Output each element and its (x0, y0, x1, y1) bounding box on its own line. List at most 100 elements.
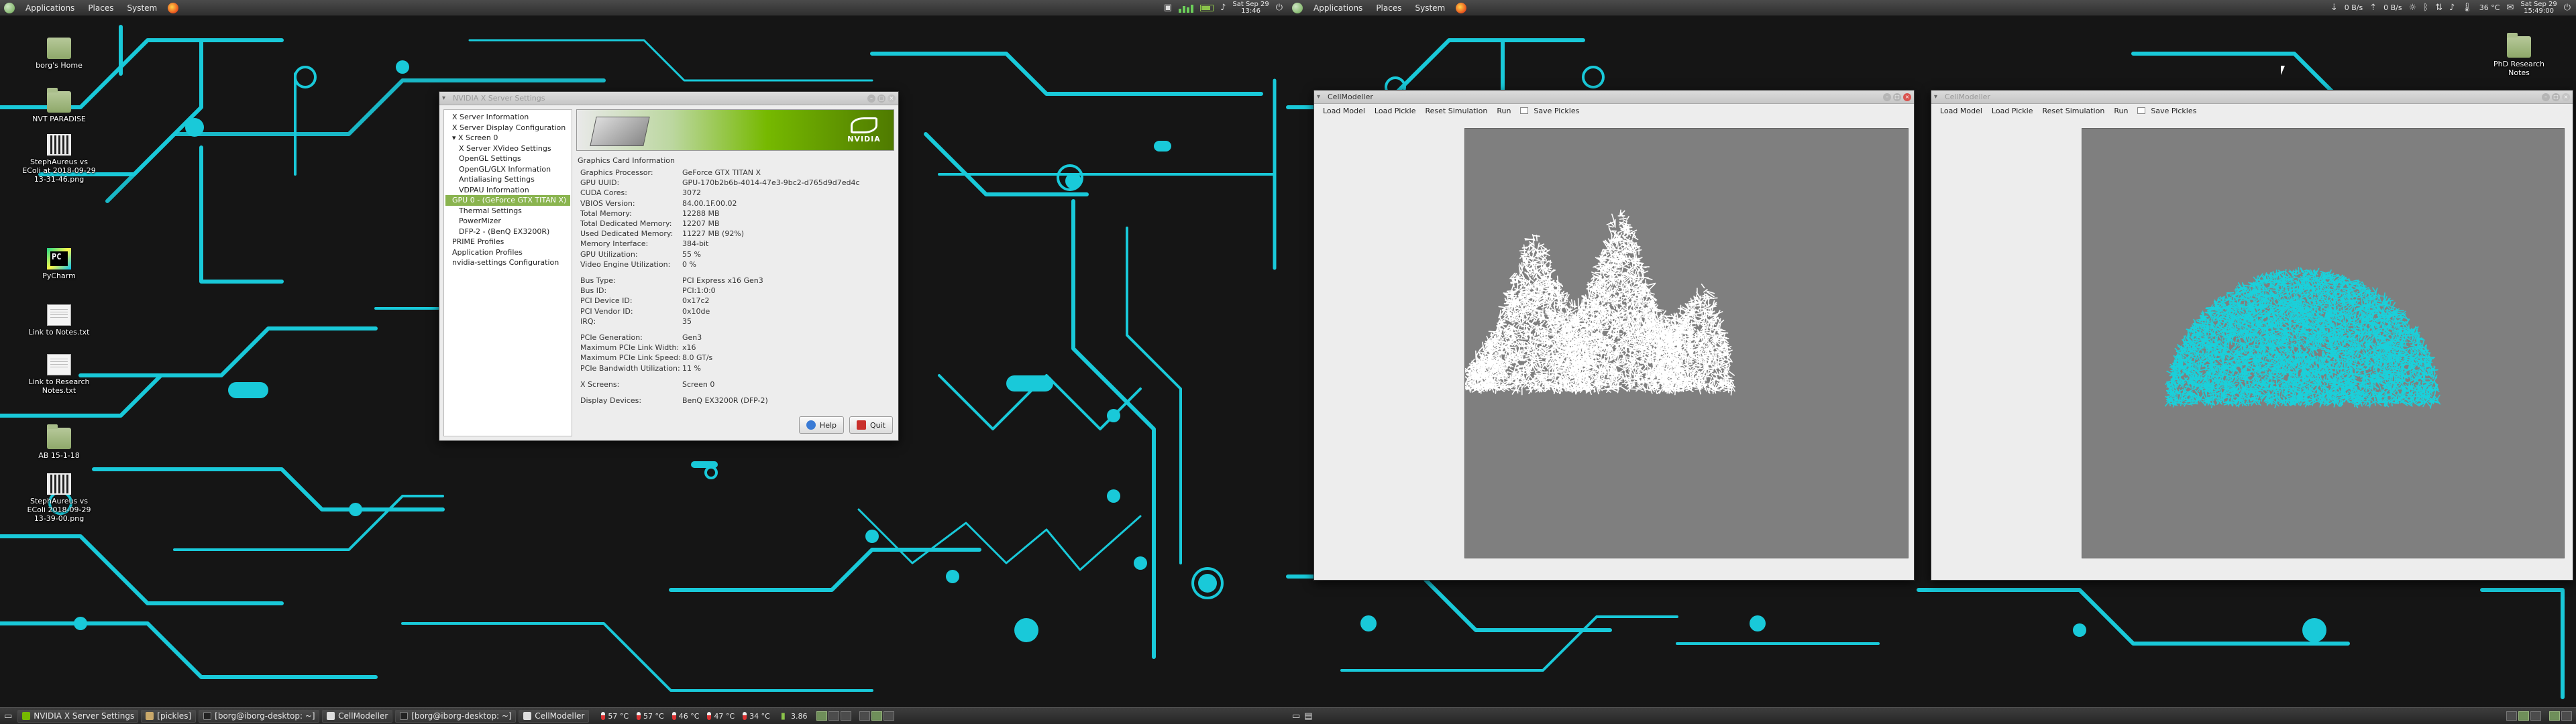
workspace-switcher-right-2[interactable] (2549, 711, 2572, 721)
minimize-button[interactable]: – (867, 94, 875, 103)
tree-item[interactable]: Thermal Settings (445, 206, 570, 217)
system-monitor-graph[interactable] (1179, 3, 1194, 13)
quit-button[interactable]: Quit (849, 416, 893, 434)
firefox-launcher-icon-right[interactable] (1456, 2, 1467, 13)
menu-applications[interactable]: Applications (19, 3, 81, 13)
load-model-button[interactable]: Load Model (1937, 105, 1986, 117)
thermometer-icon (743, 712, 747, 720)
tree-item[interactable]: ▾ X Screen 0 (445, 133, 570, 143)
image-file-icon (47, 473, 71, 495)
power-icon[interactable]: ⏻ (1276, 3, 1283, 13)
save-pickles-checkbox[interactable]: Save Pickles (1517, 104, 1586, 118)
taskbar-button[interactable]: [borg@iborg-desktop: ~] (199, 709, 320, 723)
desktop-icon-folder-ab[interactable]: AB 15-1-18 (22, 424, 96, 460)
window-menu-icon[interactable]: ▾ (1317, 93, 1324, 101)
info-label: Used Dedicated Memory: (580, 229, 674, 239)
taskbar-button[interactable]: [borg@iborg-desktop: ~] (395, 709, 517, 723)
desktop-icon-video-2[interactable]: StephAureus vs EColi 2018-09-29 13-39-00… (22, 473, 96, 523)
distro-menu-icon-right[interactable] (1292, 2, 1303, 13)
menu-places[interactable]: Places (81, 3, 120, 13)
notification-icon[interactable]: ▣ (1164, 3, 1172, 13)
taskbar-button[interactable]: CellModeller (322, 709, 393, 723)
close-button[interactable]: × (1903, 93, 1911, 101)
workspace-switcher-right[interactable] (2506, 711, 2541, 721)
nvidia-titlebar[interactable]: ▾ NVIDIA X Server Settings – □ × (439, 92, 898, 105)
show-desktop-icon-right[interactable]: ▭ (1288, 711, 1304, 721)
tree-item[interactable]: VDPAU Information (445, 185, 570, 196)
menu-places-right[interactable]: Places (1369, 3, 1408, 13)
taskbar-button[interactable]: NVIDIA X Server Settings (17, 709, 139, 723)
run-button[interactable]: Run (1493, 105, 1514, 117)
help-button[interactable]: Help (798, 416, 844, 434)
tree-item[interactable]: Antialiasing Settings (445, 174, 570, 185)
terminal-launcher-icon[interactable]: ▤ (1304, 711, 1312, 721)
taskbar-button[interactable]: CellModeller (519, 709, 590, 723)
tree-item[interactable]: DFP-2 - (BenQ EX3200R) (445, 227, 570, 237)
tree-item[interactable]: X Server XVideo Settings (445, 143, 570, 154)
workspace-switcher-2[interactable] (859, 711, 895, 721)
menu-system[interactable]: System (120, 3, 164, 13)
simulation-viewport-1[interactable] (1464, 128, 1909, 558)
tree-item[interactable]: X Server Information (445, 112, 570, 123)
desktop-icon-notes[interactable]: Link to Notes.txt (22, 304, 96, 337)
lightbulb-icon[interactable]: ☼ (2409, 3, 2417, 13)
load-pickle-button[interactable]: Load Pickle (1371, 105, 1419, 117)
window-menu-icon[interactable]: ▾ (442, 95, 449, 102)
tree-item[interactable]: PRIME Profiles (445, 237, 570, 247)
tree-item[interactable]: Application Profiles (445, 247, 570, 258)
run-button[interactable]: Run (2110, 105, 2131, 117)
show-desktop-icon[interactable]: ▭ (0, 711, 16, 721)
clock-right[interactable]: Sat Sep 29 15:49:00 (2520, 1, 2557, 15)
desktop-icon-folder-nvt[interactable]: NVT PARADISE (22, 88, 96, 123)
load-pickle-button[interactable]: Load Pickle (1988, 105, 2037, 117)
upload-icon: ⇡ (2369, 3, 2377, 13)
reset-simulation-button[interactable]: Reset Simulation (2039, 105, 2108, 117)
info-label: Bus ID: (580, 286, 607, 296)
reset-simulation-button[interactable]: Reset Simulation (1422, 105, 1491, 117)
tree-item[interactable]: X Server Display Configuration (445, 123, 570, 133)
workspace-switcher[interactable] (816, 711, 852, 721)
bluetooth-icon[interactable]: ᛒ (2423, 3, 2428, 13)
maximize-button[interactable]: □ (1893, 93, 1901, 101)
distro-menu-icon[interactable] (4, 2, 15, 13)
info-value: 0x10de (682, 306, 710, 316)
desktop-icon-home[interactable]: borg's Home (22, 38, 96, 70)
maximize-button[interactable]: □ (877, 94, 885, 103)
simulation-viewport-2[interactable] (2082, 128, 2565, 558)
load-model-button[interactable]: Load Model (1320, 105, 1368, 117)
menu-system-right[interactable]: System (1408, 3, 1452, 13)
tree-item[interactable]: PowerMizer (445, 216, 570, 227)
firefox-launcher-icon[interactable] (168, 2, 179, 13)
tree-item[interactable]: OpenGL Settings (445, 154, 570, 164)
save-pickles-checkbox[interactable]: Save Pickles (2134, 104, 2203, 118)
volume-icon-right[interactable]: ♪ (2449, 3, 2455, 13)
cellmodeller-titlebar-1[interactable]: ▾ CellModeller – □ × (1314, 90, 1914, 104)
desktop-icon-phd-notes[interactable]: PhD Research Notes (2482, 33, 2556, 77)
network-icon[interactable]: ⇅ (2435, 3, 2443, 13)
info-label: Maximum PCIe Link Width: (580, 343, 680, 353)
battery-icon[interactable] (1200, 4, 1214, 11)
desktop-icon-pycharm[interactable]: PyCharm (22, 248, 96, 280)
tree-item[interactable]: OpenGL/GLX Information (445, 164, 570, 175)
taskbar-button[interactable]: [pickles] (141, 709, 197, 723)
cellmodeller-titlebar-2[interactable]: ▾ CellModeller – □ × (1931, 90, 2573, 104)
power-icon-right[interactable]: ⏻ (2564, 3, 2571, 13)
info-value: 12288 MB (682, 208, 720, 218)
minimize-button[interactable]: – (2542, 93, 2550, 101)
nvidia-banner: NVIDIA (576, 109, 894, 151)
desktop-icon-video-1[interactable]: StephAureus vs EColi at 2018-09-29 13-31… (22, 134, 96, 184)
desktop-icon-research-notes[interactable]: Link to Research Notes.txt (22, 354, 96, 395)
menu-applications-right[interactable]: Applications (1307, 3, 1369, 13)
close-button[interactable]: × (2562, 93, 2570, 101)
window-menu-icon[interactable]: ▾ (1934, 93, 1941, 101)
mail-icon[interactable]: ✉ (2506, 3, 2514, 13)
clock-left[interactable]: Sat Sep 29 13:46 (1232, 1, 1269, 15)
tree-item[interactable]: GPU 0 - (GeForce GTX TITAN X) (445, 195, 570, 206)
close-button[interactable]: × (888, 94, 896, 103)
volume-icon[interactable]: ♪ (1220, 3, 1226, 13)
tree-item[interactable]: nvidia-settings Configuration (445, 257, 570, 268)
temperature-sensor: 57 °C (597, 712, 633, 721)
minimize-button[interactable]: – (1883, 93, 1891, 101)
maximize-button[interactable]: □ (2552, 93, 2560, 101)
taskbar-button-label: CellModeller (535, 711, 585, 721)
